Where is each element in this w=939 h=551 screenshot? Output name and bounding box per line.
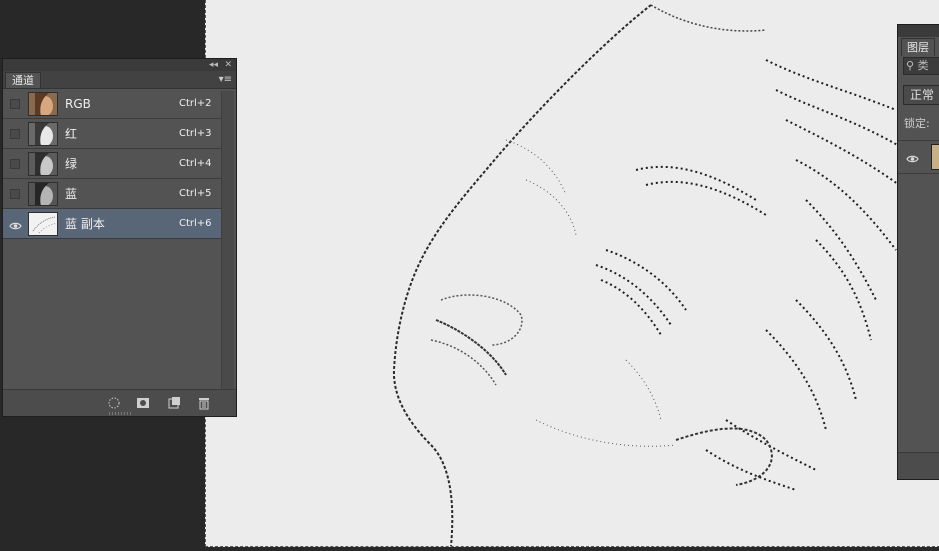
channel-thumbnail: [28, 212, 58, 236]
channels-tabbar: 通道 ▾≡: [3, 71, 236, 89]
canvas-artwork: [206, 0, 939, 546]
collapse-panel-icon[interactable]: ◂◂: [209, 59, 218, 71]
tab-channels[interactable]: 通道: [5, 72, 41, 88]
channel-thumbnail: [28, 182, 58, 206]
layers-footer: [898, 452, 939, 479]
visibility-toggle[interactable]: [10, 99, 20, 109]
channel-row-blue[interactable]: 蓝 Ctrl+5: [3, 179, 222, 209]
channel-row-blue-copy[interactable]: 蓝 副本 Ctrl+6: [3, 209, 222, 239]
channel-name: RGB: [65, 97, 91, 111]
layers-panel-titlebar[interactable]: [898, 25, 939, 37]
image-canvas[interactable]: [205, 0, 939, 547]
channel-shortcut: Ctrl+4: [179, 158, 212, 169]
channels-panel-titlebar[interactable]: ◂◂ ✕: [3, 59, 236, 71]
channel-list: RGB Ctrl+2 红 Ctrl+3 绿 Ctrl+4 蓝 Ctrl+5 蓝 …: [3, 89, 222, 239]
channel-row-green[interactable]: 绿 Ctrl+4: [3, 149, 222, 179]
resize-grip[interactable]: [108, 412, 131, 415]
blend-mode-select[interactable]: 正常: [903, 85, 939, 105]
trash-icon[interactable]: [197, 395, 211, 410]
layers-panel: 图层 ⚲ 类 正常 锁定:: [897, 24, 939, 480]
layer-filter-text: 类: [917, 59, 929, 72]
channel-thumbnail: [28, 92, 58, 116]
channels-scrollbar[interactable]: [221, 91, 234, 391]
channel-row-rgb[interactable]: RGB Ctrl+2: [3, 89, 222, 119]
channel-name: 绿: [65, 157, 78, 171]
channel-shortcut: Ctrl+5: [179, 188, 212, 199]
channels-footer: [3, 389, 236, 416]
channel-name: 蓝 副本: [65, 217, 105, 231]
load-selection-icon[interactable]: [107, 395, 121, 409]
panel-menu-icon[interactable]: ▾≡: [219, 72, 232, 88]
lock-label: 锁定:: [904, 117, 930, 130]
channel-shortcut: Ctrl+2: [179, 98, 212, 109]
visibility-toggle[interactable]: [10, 189, 20, 199]
channel-name: 红: [65, 127, 78, 141]
channel-name: 蓝: [65, 187, 78, 201]
tab-layers[interactable]: 图层: [901, 38, 935, 56]
channel-row-red[interactable]: 红 Ctrl+3: [3, 119, 222, 149]
channel-thumbnail: [28, 122, 58, 146]
channel-thumbnail: [28, 152, 58, 176]
save-selection-as-channel-icon[interactable]: [136, 395, 150, 409]
new-channel-icon[interactable]: [167, 395, 181, 409]
layer-thumbnail: [931, 144, 939, 170]
channel-shortcut: Ctrl+6: [179, 218, 212, 229]
eye-icon[interactable]: [906, 150, 919, 169]
layer-filter-input[interactable]: ⚲ 类: [903, 57, 939, 75]
visibility-toggle[interactable]: [10, 159, 20, 169]
close-panel-icon[interactable]: ✕: [224, 59, 232, 71]
visibility-toggle[interactable]: [10, 129, 20, 139]
channels-panel: ◂◂ ✕ 通道 ▾≡ RGB Ctrl+2 红 Ctrl+3 绿 Ctrl+4 …: [2, 58, 237, 417]
channel-shortcut: Ctrl+3: [179, 128, 212, 139]
eye-icon[interactable]: [9, 217, 22, 230]
